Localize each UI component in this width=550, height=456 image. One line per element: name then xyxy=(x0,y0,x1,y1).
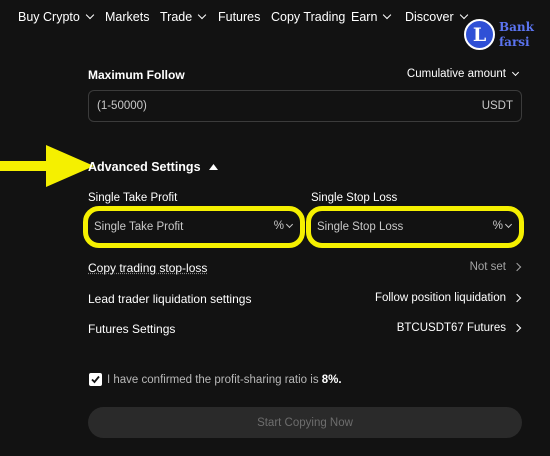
nav-markets-label: Markets xyxy=(105,10,150,24)
advanced-settings-toggle[interactable]: Advanced Settings xyxy=(88,160,218,174)
stop-loss-input[interactable]: Single Stop Loss % xyxy=(313,213,517,241)
take-profit-label: Single Take Profit xyxy=(88,192,178,204)
take-profit-input[interactable]: Single Take Profit % xyxy=(90,213,298,241)
futures-value: BTCUSDT67 Futures xyxy=(396,322,506,334)
copy-stop-loss-setting[interactable]: Not set xyxy=(469,261,522,273)
chevron-right-icon xyxy=(512,293,522,303)
chevron-down-icon xyxy=(197,10,207,20)
liquidation-setting[interactable]: Follow position liquidation xyxy=(374,292,522,304)
chevron-down-icon xyxy=(285,220,294,229)
nav-copy-trading[interactable]: Copy Trading xyxy=(271,10,345,24)
nav-trade[interactable]: Trade xyxy=(160,10,207,24)
nav-copy-trading-label: Copy Trading xyxy=(271,10,346,24)
nav-buy-crypto[interactable]: Buy Crypto xyxy=(18,10,95,24)
copy-stop-loss-value: Not set xyxy=(469,261,506,273)
confirm-text: I have confirmed the profit-sharing rati… xyxy=(107,374,342,386)
profit-share-ratio: 8%. xyxy=(321,374,342,386)
advanced-settings-label: Advanced Settings xyxy=(88,160,201,174)
chevron-down-icon xyxy=(504,220,513,229)
logo-text-line2: farsi xyxy=(499,34,530,49)
chevron-down-icon xyxy=(383,10,392,20)
nav-earn-label: Earn xyxy=(351,10,378,24)
follow-mode-value: Cumulative amount xyxy=(406,68,506,80)
take-profit-placeholder: Single Take Profit xyxy=(94,221,184,233)
checkmark-icon xyxy=(91,375,100,384)
maximum-follow-input[interactable]: (1-50000) USDT xyxy=(88,90,522,122)
confirm-statement: I have confirmed the profit-sharing rati… xyxy=(107,374,319,386)
futures-settings-label: Futures Settings xyxy=(88,322,176,336)
logo-badge: L xyxy=(464,19,495,50)
nav-futures-label: Futures xyxy=(218,10,261,24)
follow-mode-dropdown[interactable]: Cumulative amount xyxy=(406,68,520,80)
caret-up-icon xyxy=(208,164,218,170)
nav-markets[interactable]: Markets xyxy=(105,10,149,24)
liquidation-settings-label: Lead trader liquidation settings xyxy=(88,292,252,306)
nav-discover-label: Discover xyxy=(405,10,454,24)
arrow-annotation-icon xyxy=(0,145,94,187)
chevron-right-icon xyxy=(512,262,522,272)
chevron-right-icon xyxy=(512,323,522,333)
logo-text: Bank farsi xyxy=(499,20,534,50)
liquidation-value: Follow position liquidation xyxy=(374,292,506,304)
nav-futures[interactable]: Futures xyxy=(218,10,260,24)
logo-text-line1: Bank xyxy=(499,19,534,34)
maximum-follow-label: Maximum Follow xyxy=(88,68,185,82)
confirm-checkbox[interactable] xyxy=(89,373,102,386)
take-profit-unit: % xyxy=(273,220,284,232)
nav-discover[interactable]: Discover xyxy=(405,10,468,24)
copy-stop-loss-label: Copy trading stop-loss xyxy=(88,261,208,275)
maximum-follow-unit: USDT xyxy=(481,100,513,112)
stop-loss-unit: % xyxy=(492,220,503,232)
stop-loss-label: Single Stop Loss xyxy=(311,192,398,204)
start-copying-label: Start Copying Now xyxy=(257,416,353,429)
maximum-follow-placeholder: (1-50000) xyxy=(97,100,147,112)
nav-earn[interactable]: Earn xyxy=(351,10,392,24)
chevron-down-icon xyxy=(85,10,95,20)
nav-trade-label: Trade xyxy=(160,10,193,24)
chevron-down-icon xyxy=(511,68,520,77)
futures-setting[interactable]: BTCUSDT67 Futures xyxy=(396,322,522,334)
start-copying-button[interactable]: Start Copying Now xyxy=(88,407,522,438)
chevron-down-icon xyxy=(459,10,468,20)
bankfarsi-logo: L Bank farsi xyxy=(464,19,534,50)
stop-loss-placeholder: Single Stop Loss xyxy=(317,221,404,233)
nav-buy-crypto-label: Buy Crypto xyxy=(18,10,80,24)
